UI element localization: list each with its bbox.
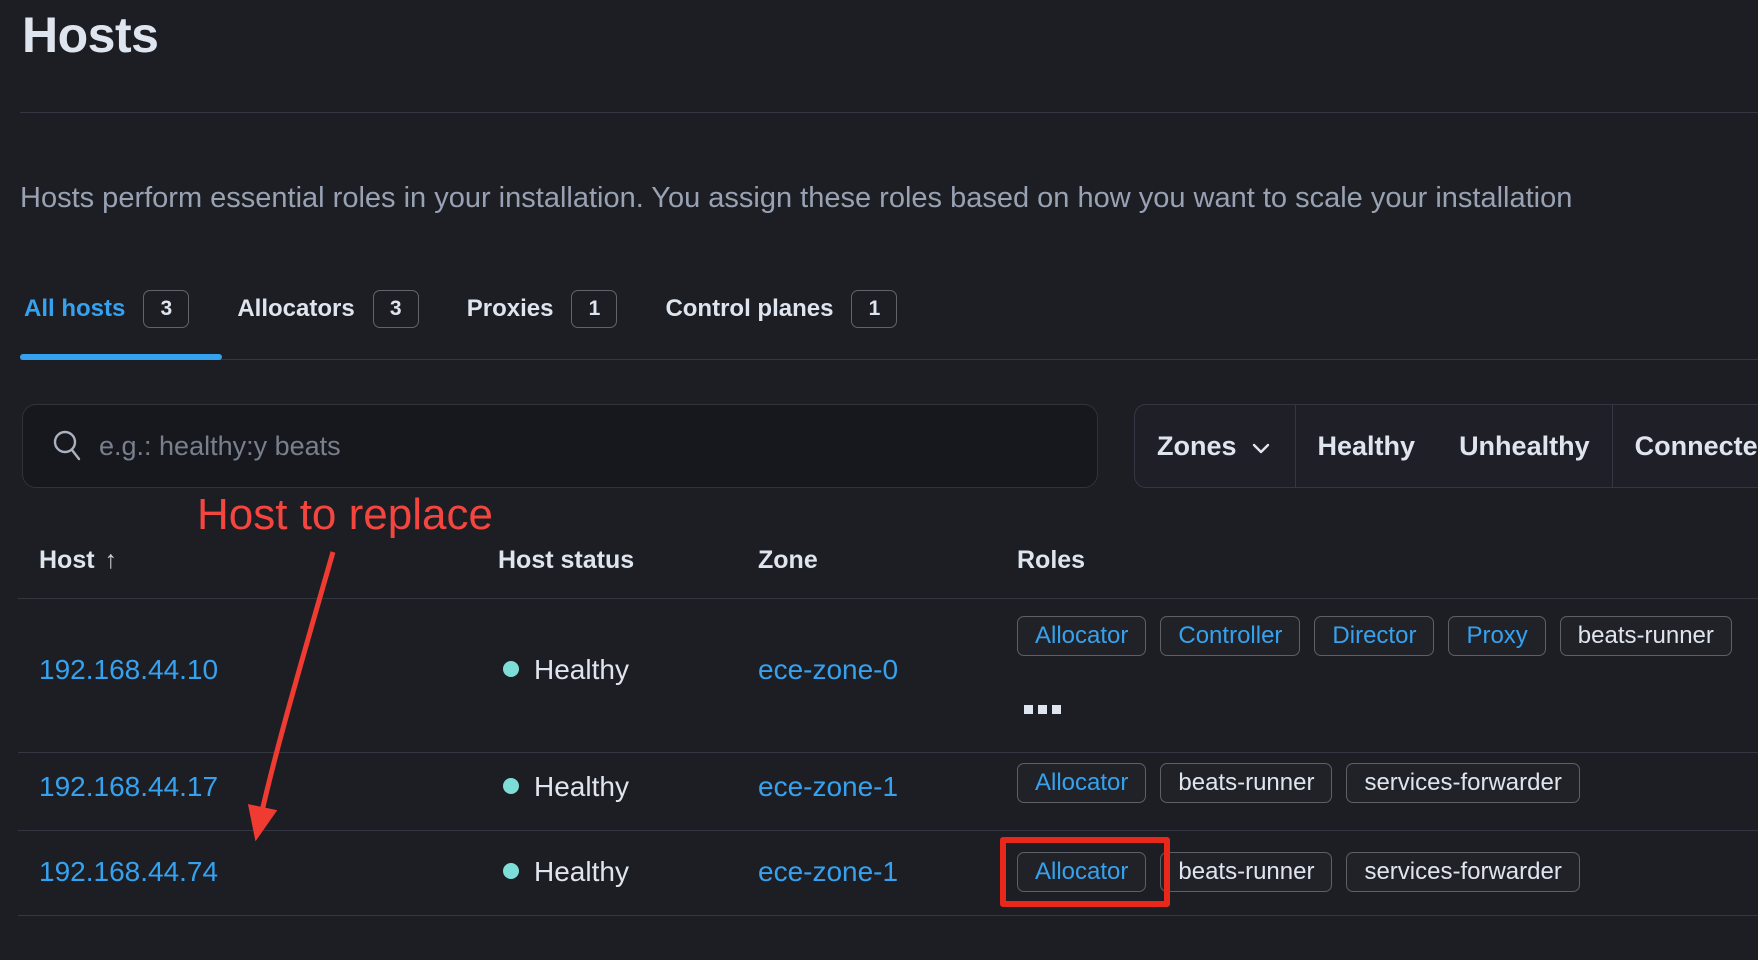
filter-healthy-label: Healthy: [1318, 431, 1416, 462]
role-badge-director[interactable]: Director: [1314, 616, 1434, 656]
roles-list: Allocator beats-runner services-forwarde…: [1017, 852, 1580, 892]
filter-group: Zones Healthy Unhealthy Connected: [1134, 404, 1758, 488]
filter-unhealthy-label: Unhealthy: [1459, 431, 1590, 462]
filter-healthy-button[interactable]: Healthy: [1295, 405, 1438, 487]
roles-list: Allocator beats-runner services-forwarde…: [1017, 763, 1580, 803]
table-divider: [18, 915, 1758, 916]
tab-bar: All hosts 3 Allocators 3 Proxies 1 Contr…: [24, 284, 897, 334]
role-badge-allocator[interactable]: Allocator: [1017, 852, 1146, 892]
column-header-label: Roles: [1017, 546, 1085, 575]
tab-count-badge: 3: [373, 290, 419, 328]
role-badge-beats-runner: beats-runner: [1560, 616, 1732, 656]
host-status: Healthy: [534, 771, 629, 803]
hosts-page: Hosts Hosts perform essential roles in y…: [0, 0, 1758, 960]
tab-count-badge: 3: [143, 290, 189, 328]
roles-list: Allocator Controller Director Proxy beat…: [1017, 616, 1732, 656]
page-title: Hosts: [22, 6, 158, 64]
host-status: Healthy: [534, 654, 629, 686]
tab-allocators[interactable]: Allocators 3: [237, 290, 418, 328]
tab-label: Allocators: [237, 295, 354, 323]
healthy-status-dot: [503, 778, 519, 794]
zones-filter-dropdown[interactable]: Zones: [1135, 405, 1295, 487]
tab-all-hosts[interactable]: All hosts 3: [24, 290, 189, 328]
tab-label: Proxies: [467, 295, 554, 323]
role-badge-proxy[interactable]: Proxy: [1448, 616, 1545, 656]
page-description: Hosts perform essential roles in your in…: [20, 182, 1758, 215]
title-divider: [20, 112, 1758, 113]
zone-link[interactable]: ece-zone-1: [758, 856, 898, 888]
column-header-label: Zone: [758, 546, 818, 575]
tab-bar-divider: [20, 359, 1758, 360]
role-badge-services-forwarder: services-forwarder: [1346, 763, 1579, 803]
table-divider: [18, 598, 1758, 599]
chevron-down-icon: [1249, 436, 1273, 460]
zone-link[interactable]: ece-zone-0: [758, 654, 898, 686]
filter-connected-button[interactable]: Connected: [1612, 405, 1758, 487]
host-link[interactable]: 192.168.44.74: [39, 856, 218, 888]
column-header-roles: Roles: [1017, 546, 1085, 575]
role-badge-controller[interactable]: Controller: [1160, 616, 1300, 656]
tab-proxies[interactable]: Proxies 1: [467, 290, 618, 328]
tab-count-badge: 1: [851, 290, 897, 328]
column-header-host-status: Host status: [498, 546, 634, 575]
more-roles-ellipsis-button[interactable]: [1024, 705, 1061, 714]
tab-label: All hosts: [24, 295, 125, 323]
column-header-zone: Zone: [758, 546, 818, 575]
host-link[interactable]: 192.168.44.17: [39, 771, 218, 803]
column-header-label: Host status: [498, 546, 634, 575]
column-header-label: Host: [39, 546, 95, 575]
active-tab-underline: [20, 354, 222, 360]
filter-unhealthy-button[interactable]: Unhealthy: [1437, 405, 1612, 487]
role-badge-beats-runner: beats-runner: [1160, 763, 1332, 803]
search-box: [22, 404, 1098, 488]
tab-control-planes[interactable]: Control planes 1: [665, 290, 897, 328]
tab-label: Control planes: [665, 295, 833, 323]
column-header-host[interactable]: Host ↑: [39, 546, 117, 575]
host-status: Healthy: [534, 856, 629, 888]
tab-count-badge: 1: [571, 290, 617, 328]
search-icon: [51, 429, 85, 463]
role-badge-allocator[interactable]: Allocator: [1017, 616, 1146, 656]
zone-link[interactable]: ece-zone-1: [758, 771, 898, 803]
healthy-status-dot: [503, 863, 519, 879]
table-divider: [18, 752, 1758, 753]
table-divider: [18, 830, 1758, 831]
role-badge-services-forwarder: services-forwarder: [1346, 852, 1579, 892]
host-link[interactable]: 192.168.44.10: [39, 654, 218, 686]
zones-filter-label: Zones: [1157, 431, 1237, 462]
healthy-status-dot: [503, 661, 519, 677]
role-badge-beats-runner: beats-runner: [1160, 852, 1332, 892]
sort-ascending-icon: ↑: [105, 546, 118, 575]
filter-connected-label: Connected: [1635, 431, 1758, 462]
search-input[interactable]: [97, 406, 1061, 486]
annotation-host-to-replace-label: Host to replace: [197, 490, 493, 540]
role-badge-allocator[interactable]: Allocator: [1017, 763, 1146, 803]
